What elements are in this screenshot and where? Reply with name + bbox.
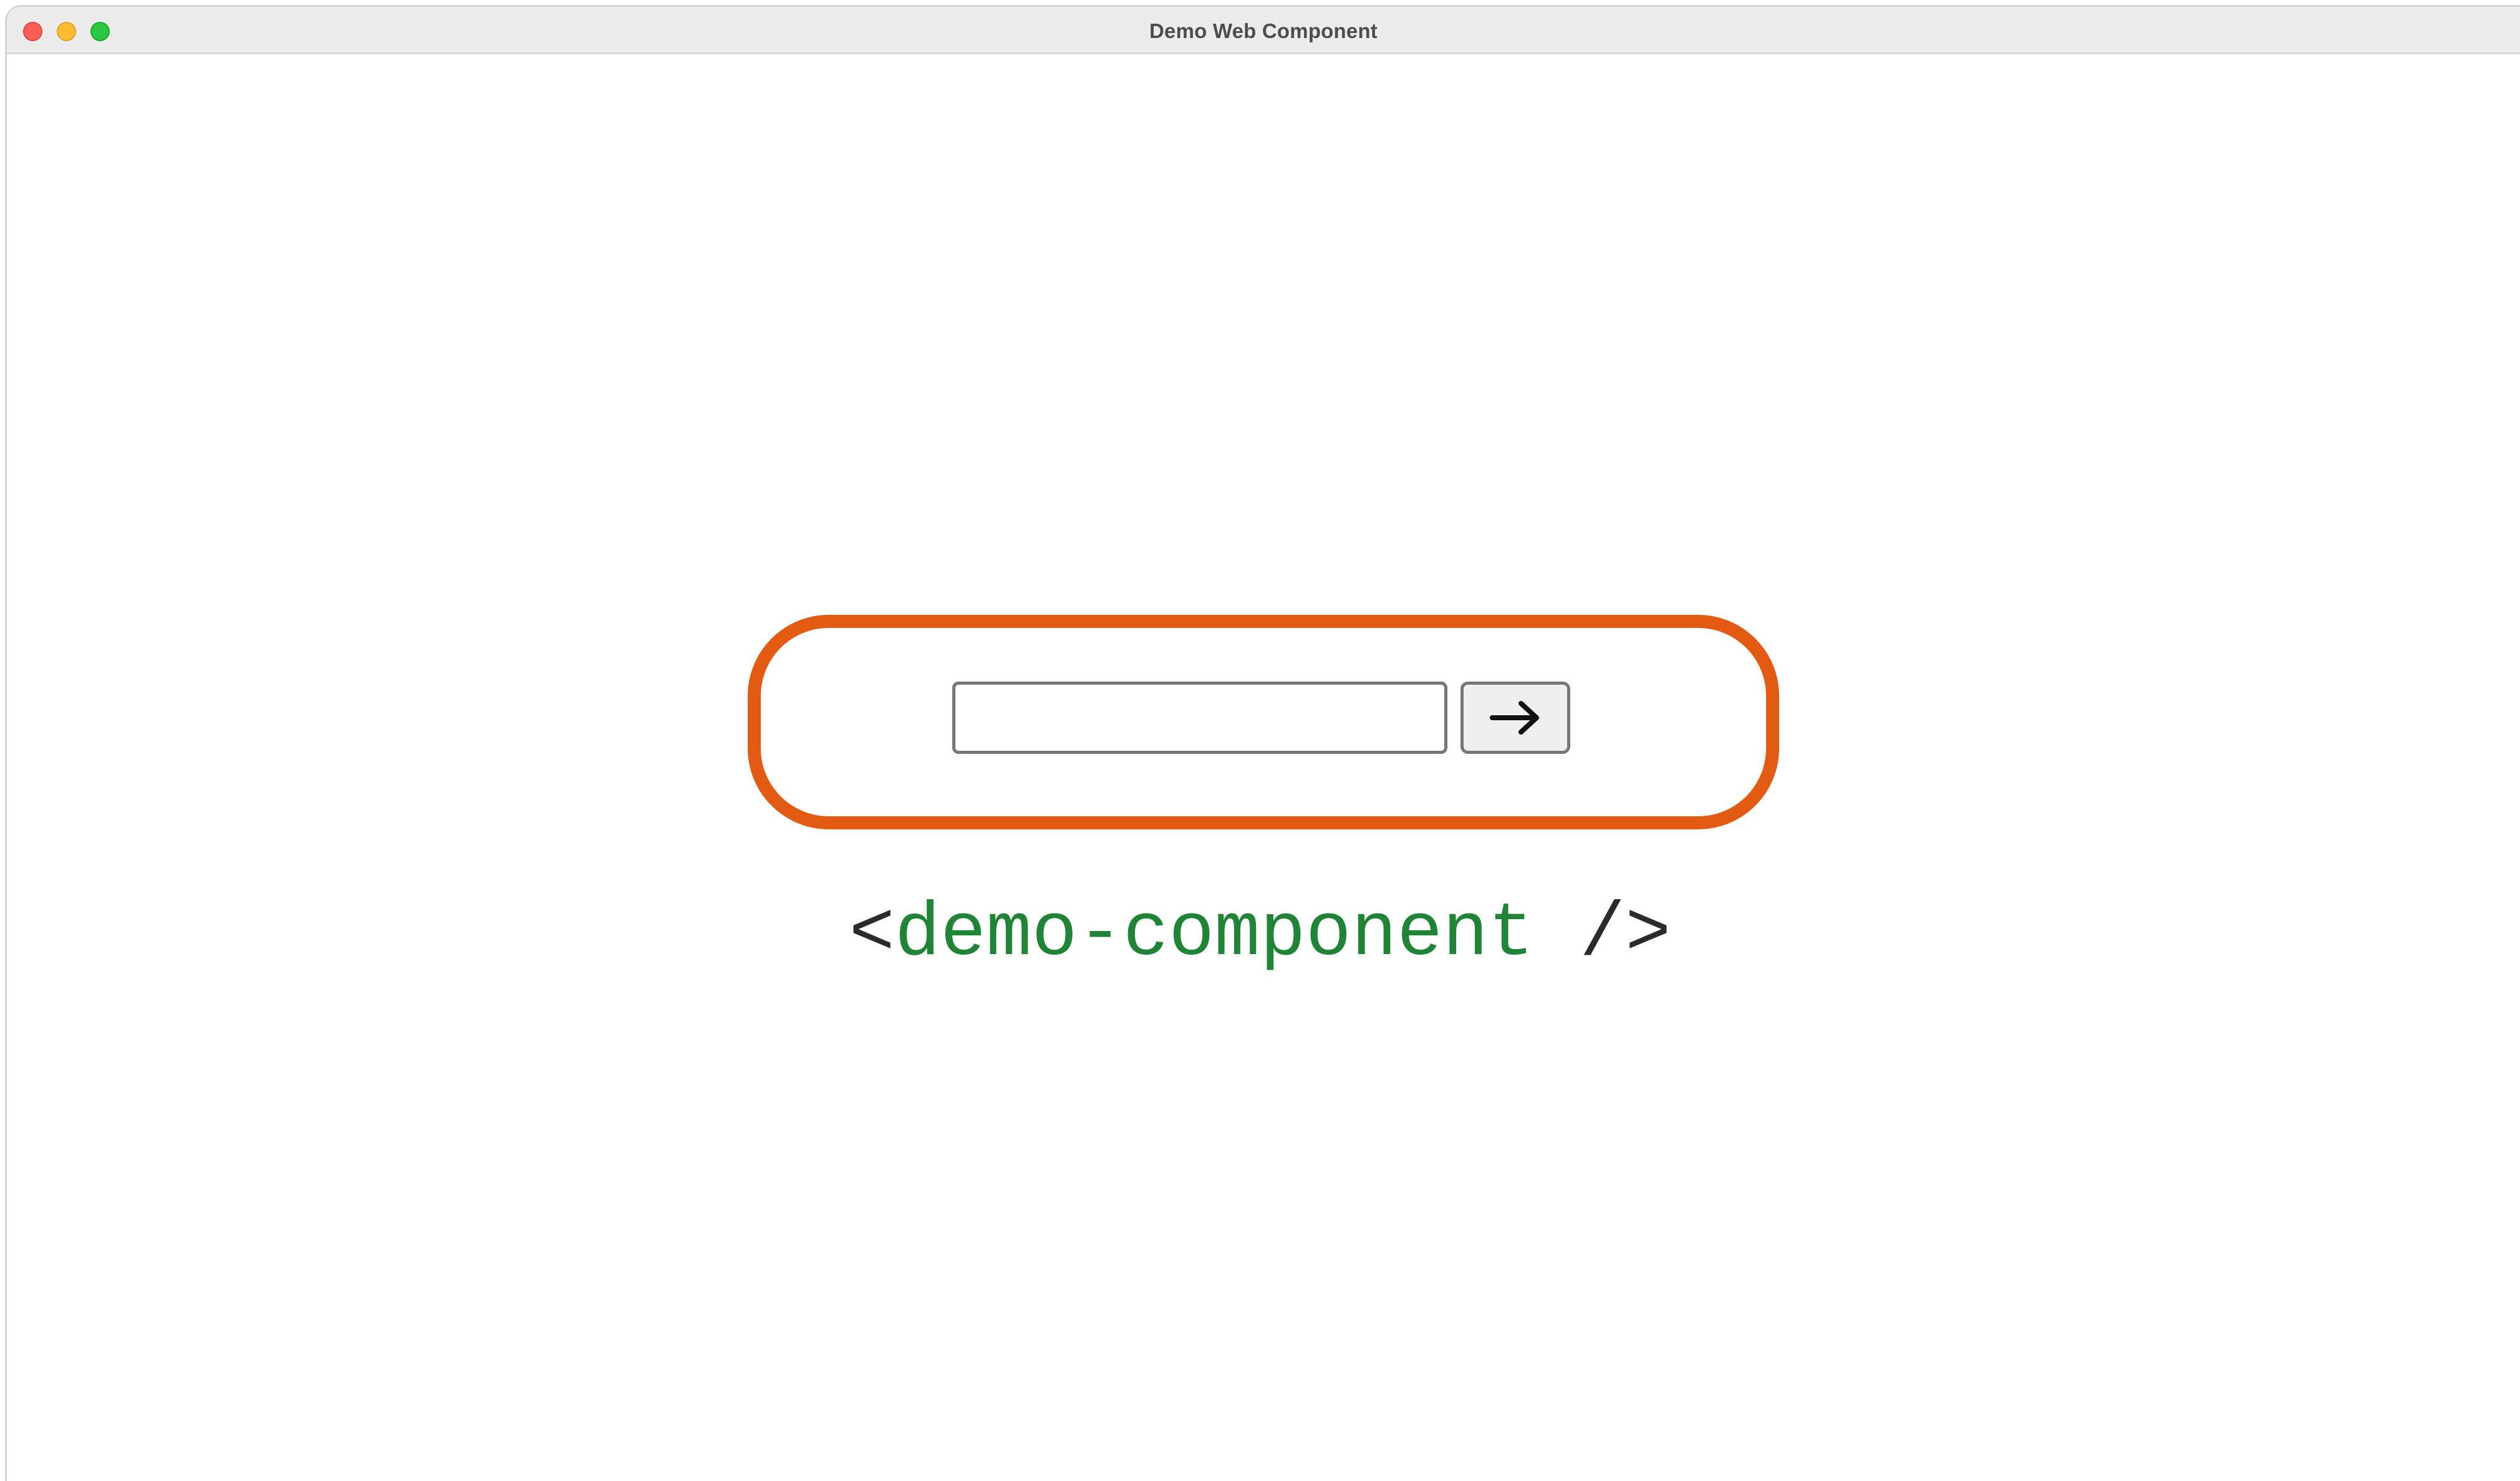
- window-title: Demo Web Component: [1149, 19, 1378, 42]
- caption-tag-name: demo-component: [894, 890, 1534, 977]
- arrow-right-icon: [1490, 700, 1541, 735]
- caption-open-bracket: <: [849, 890, 895, 977]
- title-bar: Demo Web Component: [7, 7, 2520, 54]
- text-input[interactable]: [952, 682, 1447, 754]
- component-tag-caption: <demo-component />: [0, 889, 2520, 980]
- submit-button[interactable]: [1460, 682, 1570, 754]
- caption-close-bracket: />: [1533, 890, 1671, 977]
